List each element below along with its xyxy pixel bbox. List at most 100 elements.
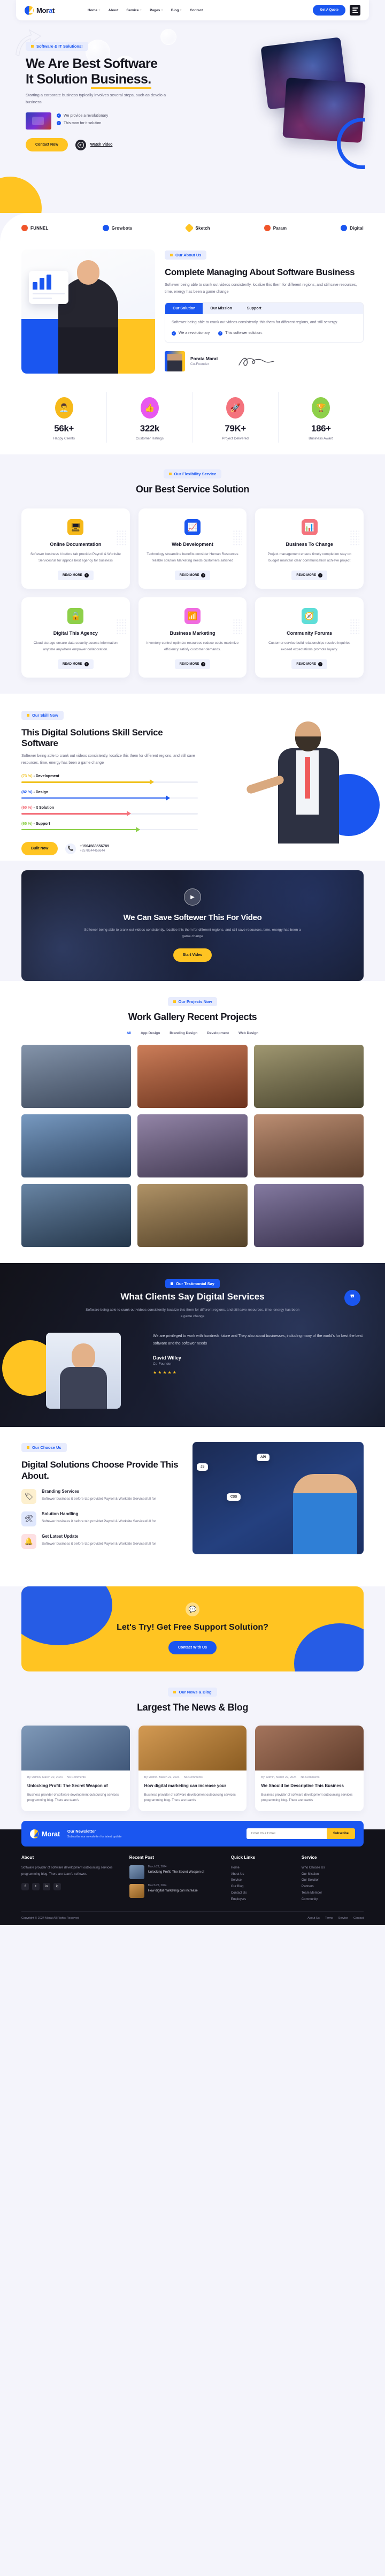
- linkedin-icon[interactable]: in: [43, 1883, 50, 1891]
- choose-tag: Our Choose Us: [21, 1443, 67, 1453]
- bottom-link-service[interactable]: Service: [338, 1917, 348, 1920]
- filter-web-design[interactable]: Web Design: [238, 1031, 258, 1035]
- instagram-icon[interactable]: ig: [53, 1883, 61, 1891]
- bottom-link-terms[interactable]: Terms: [325, 1917, 333, 1920]
- nav-item-contact[interactable]: Contact: [190, 9, 203, 12]
- gallery-item[interactable]: [137, 1184, 248, 1248]
- recent-post-item[interactable]: March 22, 2024 How digital marketing can …: [129, 1884, 222, 1898]
- service-card[interactable]: 📶 Business Marketing Inventory control o…: [138, 597, 247, 678]
- services-section: Our Flexibility Service Our Best Service…: [0, 454, 385, 694]
- gallery-item[interactable]: [21, 1114, 132, 1178]
- tab-our-solution[interactable]: Our Solution: [165, 303, 203, 315]
- footer-link-team-member[interactable]: Team Member: [302, 1890, 364, 1897]
- blog-card[interactable]: By: Admin, March 22, 2024 No Comments We …: [255, 1725, 364, 1812]
- service-card[interactable]: 🖥 Online Documentation Softewer business…: [21, 508, 130, 589]
- read-more-button[interactable]: READ MORE ›: [57, 659, 94, 669]
- blog-card[interactable]: By: Admin, March 22, 2024 No Comments Unl…: [21, 1725, 130, 1812]
- yellow-blob-decoration: [0, 177, 42, 213]
- bottom-link-about-us[interactable]: About Us: [307, 1917, 320, 1920]
- service-card[interactable]: 📊 Business To Change Project management …: [255, 508, 364, 589]
- footer-logo[interactable]: Morat: [30, 1829, 60, 1838]
- gallery-item[interactable]: [253, 1114, 364, 1178]
- read-more-button[interactable]: READ MORE ›: [57, 570, 94, 580]
- brand-funnel[interactable]: FUNNEL: [21, 225, 49, 231]
- filter-app-design[interactable]: App Design: [141, 1031, 160, 1035]
- tab-support[interactable]: Support: [240, 303, 269, 314]
- footer-link-about-us[interactable]: About Us: [231, 1872, 293, 1878]
- lock-icon: 🔒: [67, 607, 84, 624]
- contact-now-button[interactable]: Contact Now: [26, 138, 68, 152]
- nav-item-pages[interactable]: Pages +: [150, 9, 163, 12]
- service-card[interactable]: 🧭 Community Forums Customer service buil…: [255, 597, 364, 678]
- nav-item-home[interactable]: Home +: [88, 9, 101, 12]
- services-header: Our Flexibility Service Our Best Service…: [21, 468, 364, 496]
- read-more-button[interactable]: READ MORE ›: [291, 570, 327, 580]
- gallery-item[interactable]: [21, 1184, 132, 1248]
- footer-link-home[interactable]: Home: [231, 1865, 293, 1872]
- trophy-icon: 🏆: [312, 397, 330, 419]
- footer-link-who-choose-us[interactable]: Who Choose Us: [302, 1865, 364, 1872]
- brand-logo[interactable]: Morat: [25, 5, 55, 15]
- skill-section: Our Skill Now This Digital Solutions Ski…: [0, 693, 385, 861]
- bulit-now-button[interactable]: Bulit Now: [21, 842, 58, 856]
- gallery-item[interactable]: [253, 1184, 364, 1248]
- blog-section: Our News & Blog Largest The News & Blog …: [0, 1671, 385, 1830]
- footer-link-contact-us[interactable]: Contact Us: [231, 1890, 293, 1897]
- twitter-icon[interactable]: t: [32, 1883, 40, 1891]
- about-title: Complete Managing About Software Busines…: [165, 267, 355, 277]
- watch-video-button[interactable]: ▶ Watch Video: [75, 139, 112, 150]
- nav-item-about[interactable]: About: [109, 9, 119, 12]
- read-more-button[interactable]: READ MORE ›: [174, 570, 211, 580]
- footer-link-service[interactable]: Service: [231, 1878, 293, 1884]
- service-card[interactable]: 📈 Web Development Technology streamline …: [138, 508, 247, 589]
- skill-paragraph: Softewer being able to crank out videos …: [21, 754, 195, 765]
- brand-sketch[interactable]: Sketch: [184, 223, 210, 233]
- blog-card[interactable]: By: Admin, March 22, 2024 No Comments How…: [138, 1725, 247, 1812]
- get-a-quote-button[interactable]: Get A Quote: [313, 5, 345, 16]
- footer-link-our-solution[interactable]: Our Solution: [302, 1878, 364, 1884]
- read-more-button[interactable]: READ MORE ›: [291, 659, 327, 669]
- subscribe-button[interactable]: Subscribe: [326, 1828, 355, 1840]
- gallery-item[interactable]: [137, 1114, 248, 1178]
- menu-icon[interactable]: [350, 5, 360, 16]
- brand-param[interactable]: Param: [264, 225, 287, 231]
- filter-all[interactable]: All: [127, 1031, 131, 1035]
- gallery-item[interactable]: [137, 1045, 248, 1108]
- service-card[interactable]: 🔒 Digital This Agency Cloud storage ensu…: [21, 597, 130, 678]
- skill-text-block: Our Skill Now This Digital Solutions Ski…: [21, 710, 198, 856]
- nav-item-service[interactable]: Service +: [126, 9, 142, 12]
- skill-bar-development: (73 %) - Development: [21, 774, 198, 785]
- footer-link-partners[interactable]: Partners: [302, 1884, 364, 1890]
- gallery-item[interactable]: [253, 1045, 364, 1108]
- brand-growbots[interactable]: Growbots: [102, 225, 133, 231]
- bottom-link-contact[interactable]: Contact: [353, 1917, 364, 1920]
- recent-post-item[interactable]: March 22, 2024 Unlocking Profit: The Secr…: [129, 1865, 222, 1880]
- skill-tag: Our Skill Now: [21, 710, 64, 720]
- contact-with-us-button[interactable]: Contact With Us: [168, 1641, 217, 1655]
- brand-digital[interactable]: Digital: [341, 225, 364, 231]
- stat-happy-clients: 👨‍💼 56k+ Happy Clients: [21, 392, 107, 443]
- filter-branding-design[interactable]: Branding Design: [170, 1031, 197, 1035]
- facebook-icon[interactable]: f: [21, 1883, 29, 1891]
- email-input[interactable]: [246, 1828, 327, 1840]
- gallery-item[interactable]: [21, 1045, 132, 1108]
- testimonial-subtitle: Software being able to crank out videos …: [86, 1308, 299, 1319]
- nav-item-blog[interactable]: Blog +: [171, 9, 182, 12]
- tab-our-mission[interactable]: Our Mission: [203, 303, 239, 314]
- phone-block[interactable]: 📞 +1504563556789 +2578544456644: [65, 843, 109, 854]
- footer-link-employers[interactable]: Employers: [231, 1897, 293, 1903]
- testimonial-visual: [2, 1333, 144, 1409]
- tag-square-icon: [27, 1446, 29, 1449]
- start-video-button[interactable]: Start Video: [173, 948, 212, 962]
- blog-header: Our News & Blog Largest The News & Blog: [21, 1686, 364, 1714]
- video-play-button[interactable]: ▶: [21, 888, 364, 906]
- stats-section: 👨‍💼 56k+ Happy Clients 👍 322k Customer R…: [0, 392, 385, 454]
- footer-link-our-mission[interactable]: Our Mission: [302, 1872, 364, 1878]
- filter-development[interactable]: Development: [207, 1031, 229, 1035]
- read-more-button[interactable]: READ MORE ›: [174, 659, 211, 669]
- footer-link-our-blog[interactable]: Our Blog: [231, 1884, 293, 1890]
- support-cta-section: 💬 Let's Try! Get Free Support Solution? …: [21, 1586, 364, 1672]
- top-bar: Morat Home + About Service + Pages + Blo…: [0, 0, 385, 20]
- bell-icon: 🔔: [21, 1534, 36, 1549]
- footer-link-community[interactable]: Community: [302, 1897, 364, 1903]
